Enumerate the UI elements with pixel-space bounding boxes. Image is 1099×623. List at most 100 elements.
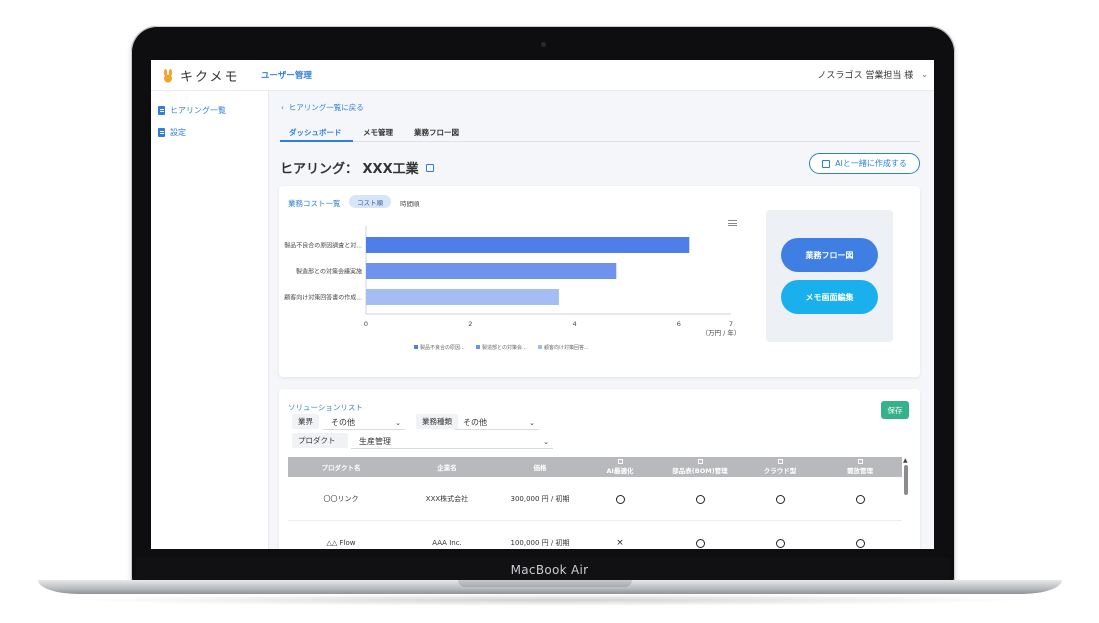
legend-label: 製造部との対策会...: [482, 344, 527, 351]
tab-bar: ダッシュボード メモ管理 業務フロー図: [280, 125, 920, 142]
industry-value: その他: [331, 418, 355, 427]
camera-dot: [541, 42, 546, 47]
legend-label: 製品不良合の原因...: [420, 344, 465, 351]
column-header-bom[interactable]: 部品表(BOM)管理: [660, 457, 740, 477]
industry-select[interactable]: その他 ⌄: [323, 416, 405, 430]
app-logo[interactable]: キクメモ: [161, 66, 239, 85]
action-panel: 業務フロー図 メモ画面編集: [766, 210, 893, 342]
column-header-company: 企業名: [437, 464, 457, 472]
column-header-label: クラウド型: [763, 467, 797, 475]
solution-card-title: ソリューションリスト: [288, 403, 363, 412]
circle-mark-icon: [695, 494, 705, 504]
clipboard-icon: [158, 128, 165, 137]
top-bar: キクメモ ユーザー管理 ノスラゴス 営業担当 様 ⌄: [151, 60, 934, 91]
checkbox[interactable]: [617, 459, 623, 464]
memo-edit-button[interactable]: メモ画面編集: [781, 280, 878, 314]
bar: [366, 263, 617, 279]
task-type-value: その他: [463, 418, 487, 427]
sidebar-item-label: ヒアリング一覧: [170, 106, 226, 115]
task-type-label: 業務種類: [416, 414, 458, 429]
table-header: プロダクト名 企業名 価格 AI最適化 部品表(BOM)管理 クラウド型 需放管…: [288, 457, 902, 477]
main-content: ‹ ヒアリング一覧に戻る ダッシュボード メモ管理 業務フロー図 ヒアリング： …: [269, 91, 934, 549]
cell-cloud: [740, 521, 820, 549]
ai-create-label: AIと一緒に作成する: [835, 159, 907, 168]
chevron-down-icon: ⌄: [543, 437, 549, 446]
table-row[interactable]: 〇〇リンク XXX株式会社 300,000 円 / 初期: [288, 477, 902, 521]
cost-card: 業務コスト一覧 コスト順 時間順 製品不良合の原因調査と対... 製造部との対策会…: [279, 186, 920, 377]
cross-mark-icon: ×: [616, 538, 624, 548]
industry-label: 業界: [292, 414, 319, 429]
user-name: ノスラゴス 営業担当 様: [817, 71, 914, 81]
rabbit-logo-icon: [163, 68, 173, 82]
cell-price: 300,000 円 / 初期: [510, 495, 570, 503]
circle-mark-icon: [775, 538, 785, 548]
sort-cost-toggle[interactable]: コスト順: [349, 195, 391, 208]
tick-label: 6: [677, 320, 681, 328]
save-button[interactable]: 保存: [881, 401, 909, 419]
checkbox[interactable]: [697, 459, 703, 464]
column-header-demand[interactable]: 需放管理: [820, 457, 900, 477]
active-tab-indicator: [280, 140, 353, 142]
cell-ai: ×: [580, 521, 660, 549]
cell-demand: [820, 521, 900, 549]
edit-icon[interactable]: [425, 163, 434, 172]
sidebar-item-label: 設定: [170, 128, 186, 137]
column-header-product: プロダクト名: [321, 464, 361, 472]
column-header-label: AI最適化: [606, 467, 634, 475]
tab-flow[interactable]: 業務フロー図: [414, 127, 459, 138]
legend-swatch: [476, 345, 480, 349]
sort-time-toggle[interactable]: 時間順: [400, 198, 420, 208]
cell-product: 〇〇リンク: [323, 495, 359, 503]
chevron-down-icon: ⌄: [395, 418, 401, 427]
tick-label: 7: [729, 320, 733, 328]
cell-cloud: [740, 477, 820, 521]
cell-demand: [820, 477, 900, 521]
x-axis-unit-label: （万円 / 年）: [702, 328, 741, 337]
scroll-up-icon[interactable]: ▲: [903, 457, 908, 464]
scroll-thumb[interactable]: [904, 465, 908, 495]
sidebar-item-settings[interactable]: 設定: [158, 127, 186, 138]
tick-label: 2: [468, 320, 472, 328]
table-row[interactable]: △△ Flow AAA Inc. 100,000 円 / 初期 ×: [288, 521, 902, 549]
flow-diagram-button[interactable]: 業務フロー図: [781, 238, 878, 272]
column-header-label: 部品表(BOM)管理: [672, 467, 728, 475]
page-title-text: ヒアリング： XXX工業: [280, 162, 419, 177]
edit-icon: [822, 159, 831, 168]
back-link[interactable]: ‹ ヒアリング一覧に戻る: [281, 102, 364, 113]
logo-text: キクメモ: [180, 70, 240, 85]
device-label: MacBook Air: [510, 563, 589, 577]
task-type-select[interactable]: その他 ⌄: [455, 416, 539, 430]
cell-product: △△ Flow: [326, 539, 356, 547]
tick-label: 0: [364, 320, 368, 328]
laptop-mockup: MacBook Air キクメモ ユーザー管理 ノスラゴス 営業担当 様 ⌄ ヒ…: [0, 0, 1099, 623]
legend-swatch: [414, 345, 418, 349]
cell-ai: [580, 477, 660, 521]
cost-card-title: 業務コスト一覧: [288, 199, 341, 208]
checkbox[interactable]: [857, 459, 863, 464]
cell-bom: [660, 477, 740, 521]
cell-bom: [660, 521, 740, 549]
tab-dashboard[interactable]: ダッシュボード: [289, 127, 342, 138]
product-select[interactable]: 生産管理 ⌄: [351, 435, 553, 449]
nav-user-management[interactable]: ユーザー管理: [261, 69, 312, 81]
column-header-label: 需放管理: [847, 467, 873, 475]
user-menu[interactable]: ノスラゴス 営業担当 様 ⌄: [817, 68, 928, 81]
category-label: 顧客向け対策回答書の作成...: [284, 294, 362, 302]
circle-mark-icon: [615, 494, 625, 504]
circle-mark-icon: [695, 538, 705, 548]
circle-mark-icon: [855, 538, 865, 548]
sidebar-item-hearing-list[interactable]: ヒアリング一覧: [158, 105, 226, 116]
legend-swatch: [538, 345, 542, 349]
product-label: プロダクト: [292, 433, 348, 448]
sidebar: ヒアリング一覧 設定: [151, 91, 269, 549]
column-header-cloud[interactable]: クラウド型: [740, 457, 820, 477]
ai-create-button[interactable]: AIと一緒に作成する: [809, 153, 920, 174]
column-header-ai[interactable]: AI最適化: [580, 457, 660, 477]
checkbox[interactable]: [777, 459, 783, 464]
table-scrollbar[interactable]: ▲: [903, 457, 909, 549]
tab-memo[interactable]: メモ管理: [363, 127, 393, 138]
category-label: 製造部との対策会議実施: [296, 268, 362, 276]
app-screen: キクメモ ユーザー管理 ノスラゴス 営業担当 様 ⌄ ヒアリング一覧 設定 ‹ …: [151, 60, 934, 549]
legend-label: 顧客向け対策回答...: [544, 344, 589, 351]
circle-mark-icon: [855, 494, 865, 504]
